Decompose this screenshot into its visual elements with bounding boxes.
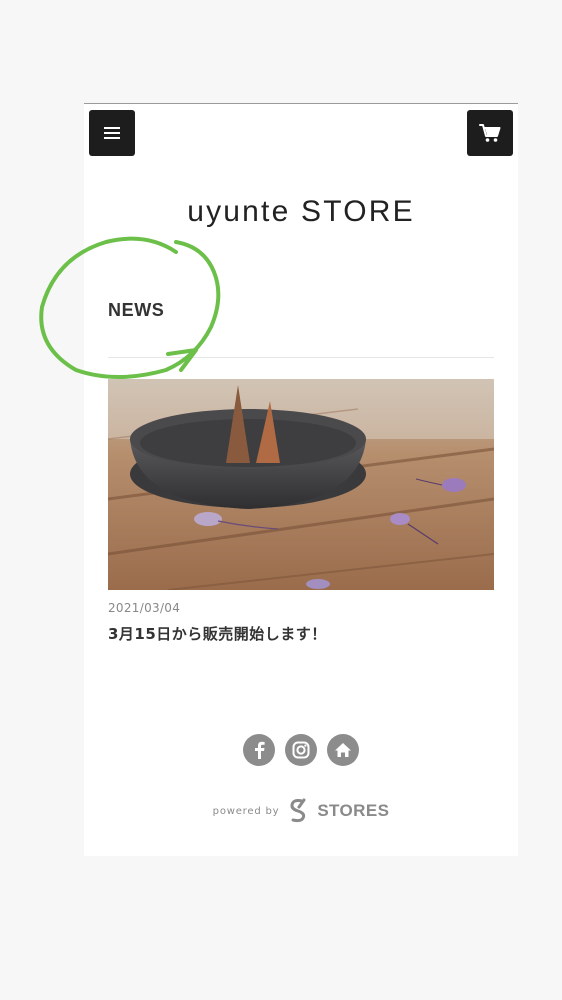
powered-by-stores[interactable]: powered by STORES xyxy=(84,798,518,824)
social-links xyxy=(84,734,518,766)
facebook-icon xyxy=(255,741,265,759)
menu-button[interactable] xyxy=(89,110,135,156)
shopping-cart-icon xyxy=(479,124,501,142)
instagram-link[interactable] xyxy=(285,734,317,766)
news-item-title[interactable]: 3月15日から販売開始します！ xyxy=(108,623,494,644)
instagram-icon xyxy=(292,741,310,759)
home-link[interactable] xyxy=(327,734,359,766)
store-title[interactable]: uyunte STORE xyxy=(84,195,518,229)
powered-by-text: powered by xyxy=(212,805,280,817)
facebook-link[interactable] xyxy=(243,734,275,766)
news-item-date: 2021/03/04 xyxy=(108,601,181,615)
cart-button[interactable] xyxy=(467,110,513,156)
news-item-image[interactable] xyxy=(108,379,494,590)
hamburger-menu-icon xyxy=(104,127,120,139)
news-heading: NEWS xyxy=(108,300,165,320)
stores-logo-icon xyxy=(290,798,306,823)
news-item[interactable]: 2021/03/04 3月15日から販売開始します！ xyxy=(108,379,494,644)
section-divider xyxy=(108,357,494,358)
stores-brand-text: STORES xyxy=(317,801,390,820)
home-icon xyxy=(335,743,351,757)
store-page-card: uyunte STORE NEWS 2021/03/04 3月15日から販売開始… xyxy=(84,103,518,856)
